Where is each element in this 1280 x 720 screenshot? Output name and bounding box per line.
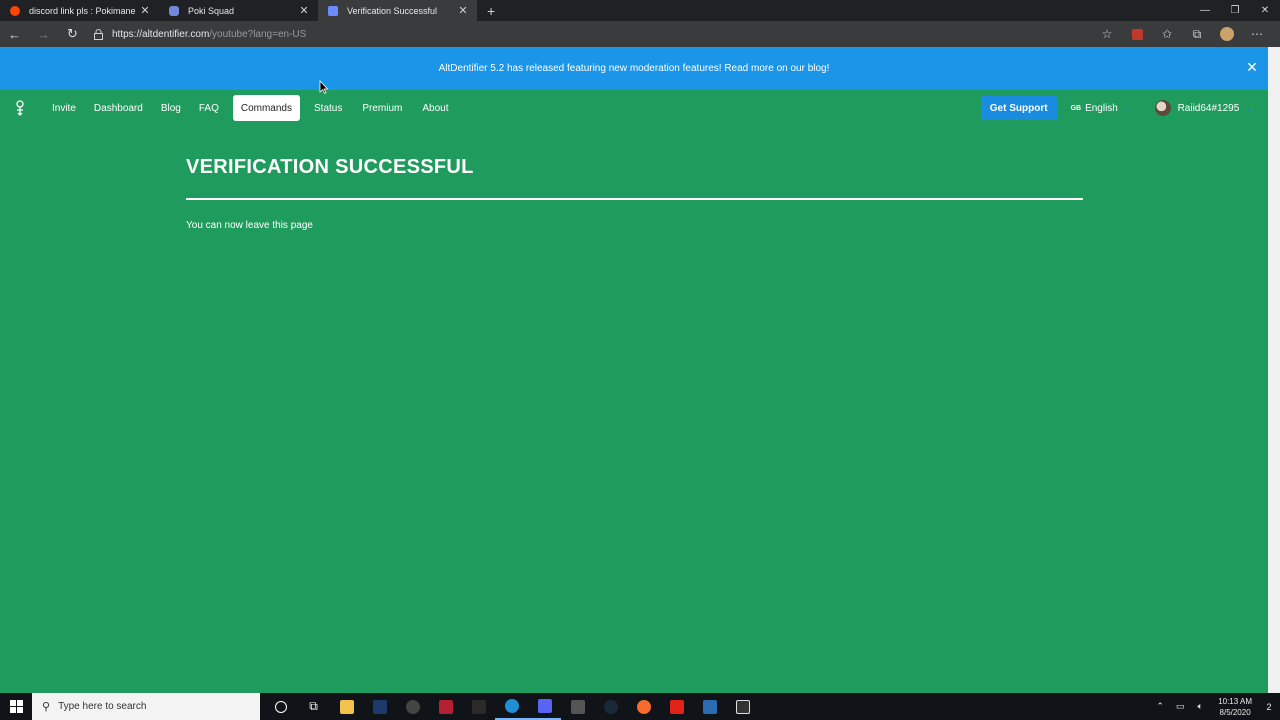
nav-dashboard[interactable]: Dashboard — [86, 95, 151, 121]
nav-faq[interactable]: FAQ — [191, 95, 227, 121]
address-bar: ← → ↻ https://altdentifier.com/youtube?l… — [0, 21, 1280, 47]
tab-title: discord link pls : Pokimane — [29, 5, 136, 16]
obs-icon[interactable] — [396, 693, 429, 720]
back-icon[interactable]: ← — [0, 21, 29, 47]
page-title: VERIFICATION SUCCESSFUL — [186, 156, 474, 178]
photoshop-icon[interactable] — [363, 693, 396, 720]
refresh-icon[interactable]: ↻ — [58, 21, 87, 47]
close-tab-icon[interactable]: ✕ — [457, 4, 469, 17]
window-controls: — ❐ ✕ — [1190, 0, 1280, 21]
lock-icon[interactable] — [93, 28, 103, 40]
user-menu[interactable]: Raiid64#1295 ⌄ — [1154, 100, 1254, 116]
avatar — [1154, 100, 1171, 116]
altdentifier-logo-icon[interactable] — [0, 90, 40, 126]
reddit-icon — [10, 5, 20, 16]
task-view-icon[interactable]: ⧉ — [297, 693, 330, 720]
clock-time: 10:13 AM — [1218, 696, 1252, 706]
valorant-icon[interactable] — [429, 693, 462, 720]
chevron-up-icon[interactable]: ⌃ — [1152, 701, 1168, 712]
new-tab-button[interactable]: + — [477, 0, 505, 21]
nav-premium[interactable]: Premium — [354, 95, 410, 121]
windows-taskbar: ⚲ Type here to search ⧉ ⌃ ▭ 🔈︎ 10:13 AM … — [0, 693, 1280, 720]
steam-icon[interactable] — [594, 693, 627, 720]
collections-icon[interactable]: ⧉ — [1182, 21, 1212, 47]
nav-blog[interactable]: Blog — [153, 95, 189, 121]
close-tab-icon[interactable]: ✕ — [139, 4, 151, 17]
tab-discord[interactable]: Poki Squad ✕ — [159, 0, 318, 21]
cortana-icon[interactable] — [264, 693, 297, 720]
tab-verification[interactable]: Verification Successful ✕ — [318, 0, 477, 21]
close-window-icon[interactable]: ✕ — [1250, 0, 1280, 21]
epic-games-icon[interactable] — [462, 693, 495, 720]
more-menu-icon[interactable]: ⋯ — [1242, 21, 1272, 47]
roblox-icon[interactable] — [660, 693, 693, 720]
nav-commands[interactable]: Commands — [232, 95, 300, 121]
notifications-icon[interactable]: 2 — [1258, 702, 1280, 712]
nav-invite[interactable]: Invite — [44, 95, 84, 121]
language-label: English — [1085, 102, 1118, 114]
network-icon[interactable]: ▭ — [1172, 701, 1188, 712]
search-icon: ⚲ — [42, 701, 51, 713]
tab-title: Poki Squad — [188, 5, 235, 16]
clock[interactable]: 10:13 AM 8/5/2020 — [1218, 696, 1252, 718]
divider — [186, 198, 1083, 200]
url-path: /youtube?lang=en-US — [209, 28, 307, 40]
main-content: VERIFICATION SUCCESSFUL You can now leav… — [186, 156, 1083, 231]
search-placeholder: Type here to search — [58, 701, 147, 712]
browser-titlebar: discord link pls : Pokimane ✕ Poki Squad… — [0, 0, 1280, 21]
taskbar-search-input[interactable]: ⚲ Type here to search — [32, 693, 260, 720]
edge-icon[interactable] — [495, 693, 528, 720]
username: Raiid64#1295 — [1177, 102, 1240, 114]
terminal-icon[interactable] — [726, 693, 759, 720]
minimize-icon[interactable]: — — [1190, 0, 1220, 21]
announcement-banner: AltDentifier 5.2 has released featuring … — [0, 47, 1268, 90]
system-tray: ⌃ ▭ 🔈︎ 10:13 AM 8/5/2020 2 — [1150, 693, 1280, 720]
url-field[interactable]: https://altdentifier.com/youtube?lang=en… — [112, 29, 306, 40]
browser-toolbar-icons: ☆ ✩ ⧉ ⋯ — [1092, 21, 1272, 47]
taskbar-apps: ⧉ — [264, 693, 759, 720]
mouse-cursor-icon — [319, 80, 329, 94]
status-message: You can now leave this page — [186, 220, 313, 231]
visual-studio-icon[interactable] — [693, 693, 726, 720]
get-support-button[interactable]: Get Support — [980, 96, 1057, 120]
snipping-tool-icon[interactable] — [561, 693, 594, 720]
adblock-extension-icon[interactable] — [1122, 21, 1152, 47]
notification-count: 2 — [1266, 701, 1272, 712]
banner-text[interactable]: AltDentifier 5.2 has released featuring … — [439, 63, 830, 74]
chevron-down-icon: ⌄ — [1247, 103, 1254, 113]
windows-start-icon[interactable] — [0, 693, 32, 720]
discord-icon — [169, 5, 179, 16]
nav-right: Get Support GB English ⌄ Raiid64#1295 ⌄ — [980, 90, 1268, 126]
tab-reddit[interactable]: discord link pls : Pokimane ✕ — [0, 0, 159, 21]
url-domain: https://altdentifier.com — [112, 28, 210, 40]
close-banner-icon[interactable]: ✕ — [1242, 57, 1262, 77]
star-icon[interactable]: ☆ — [1092, 21, 1122, 47]
file-explorer-icon[interactable] — [330, 693, 363, 720]
gb-flag-icon: GB — [1070, 104, 1082, 112]
forward-icon[interactable]: → — [29, 21, 58, 47]
clock-date: 8/5/2020 — [1219, 707, 1251, 717]
favorites-icon[interactable]: ✩ — [1152, 21, 1182, 47]
nav-status[interactable]: Status — [306, 95, 350, 121]
close-tab-icon[interactable]: ✕ — [298, 4, 310, 17]
altdentifier-icon — [328, 5, 338, 16]
volume-icon[interactable]: 🔈︎ — [1192, 701, 1208, 712]
site-nav: Invite Dashboard Blog FAQ Commands Statu… — [0, 90, 1268, 126]
origin-icon[interactable] — [627, 693, 660, 720]
restore-icon[interactable]: ❐ — [1220, 0, 1250, 21]
discord-icon[interactable] — [528, 693, 561, 720]
chevron-down-icon: ⌄ — [1125, 103, 1133, 113]
tab-title: Verification Successful — [347, 5, 438, 16]
profile-icon[interactable] — [1212, 21, 1242, 47]
vertical-scrollbar[interactable] — [1268, 47, 1280, 693]
nav-about[interactable]: About — [414, 95, 456, 121]
language-selector[interactable]: GB English ⌄ — [1071, 103, 1133, 114]
